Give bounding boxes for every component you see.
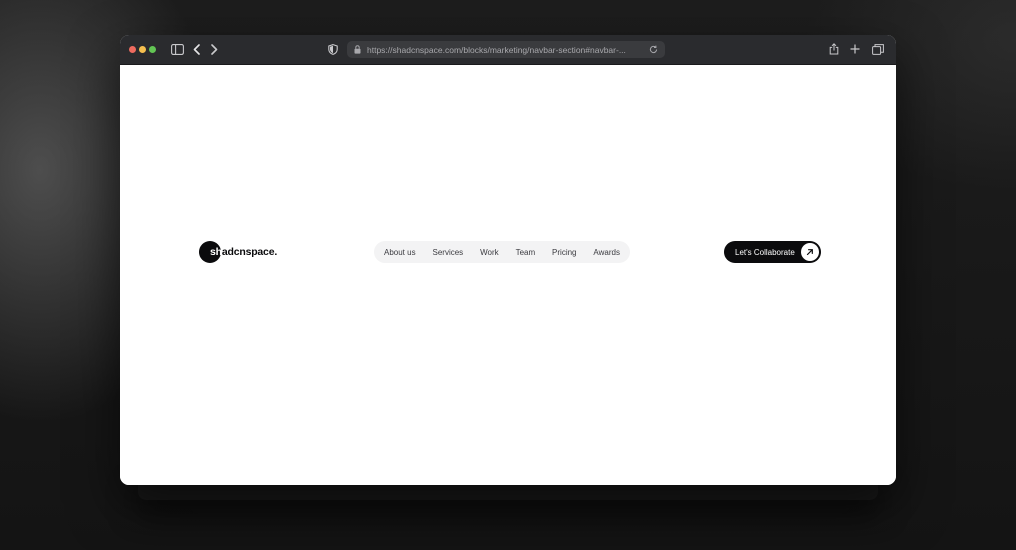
close-window-button[interactable] (129, 46, 136, 53)
shield-icon[interactable] (327, 41, 339, 57)
minimize-window-button[interactable] (139, 46, 146, 53)
backdrop-layer-2 (190, 500, 850, 514)
arrow-up-right-icon (801, 243, 819, 261)
nav-link-work[interactable]: Work (480, 248, 499, 257)
sidebar-toggle-icon[interactable] (170, 41, 184, 57)
nav-link-team[interactable]: Team (516, 248, 536, 257)
brand-logo[interactable]: shadcnspace. (199, 241, 277, 263)
nav-link-awards[interactable]: Awards (593, 248, 620, 257)
tabs-overview-icon[interactable] (872, 41, 884, 57)
lock-icon (354, 45, 362, 54)
collaborate-button[interactable]: Let's Collaborate (724, 241, 821, 263)
browser-window: https://shadcnspace.com/blocks/marketing… (120, 35, 896, 485)
reload-icon[interactable] (649, 45, 659, 54)
plus-icon[interactable] (849, 41, 861, 57)
logo-text: shadcnspace. (210, 246, 278, 258)
address-bar[interactable]: https://shadcnspace.com/blocks/marketing… (347, 41, 665, 58)
maximize-window-button[interactable] (149, 46, 156, 53)
page-content: shadcnspace. About us Services Work Team… (120, 65, 896, 485)
url-text: https://shadcnspace.com/blocks/marketing… (367, 44, 626, 55)
browser-toolbar: https://shadcnspace.com/blocks/marketing… (120, 35, 896, 65)
nav-link-pricing[interactable]: Pricing (552, 248, 576, 257)
nav-link-services[interactable]: Services (433, 248, 464, 257)
chevron-right-icon[interactable] (209, 41, 219, 57)
share-icon[interactable] (828, 41, 840, 57)
chevron-left-icon[interactable] (191, 41, 201, 57)
nav-link-about-us[interactable]: About us (384, 248, 416, 257)
collaborate-button-label: Let's Collaborate (735, 247, 795, 257)
main-nav: About us Services Work Team Pricing Awar… (374, 241, 630, 263)
